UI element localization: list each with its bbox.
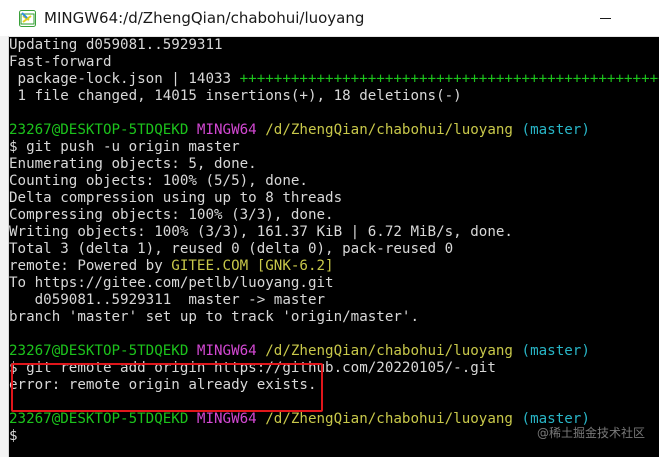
- prompt-path: /d/ZhengQian/chabohui/luoyang: [265, 411, 513, 427]
- terminal-line: error: remote origin already exists.: [9, 377, 659, 394]
- remote-add-command: git remote add origin https://github.com…: [17, 360, 496, 376]
- terminal-prompt: 23267@DESKTOP-5TDQEKD MINGW64 /d/ZhengQi…: [9, 343, 659, 360]
- prompt-symbol: $: [9, 428, 18, 444]
- push-to-line: To https://gitee.com/petlb/luoyang.git: [9, 275, 334, 291]
- terminal-line: remote: Powered by GITEE.COM [GNK-6.2]: [9, 258, 659, 275]
- terminal-line: Updating d059081..5929311: [9, 37, 659, 54]
- remote-powered-by: remote: Powered by: [9, 258, 172, 274]
- terminal-line: Delta compression using up to 8 threads: [9, 190, 659, 207]
- push-output-line: Enumerating objects: 5, done.: [9, 156, 257, 172]
- push-branch-line: branch 'master' set up to track 'origin/…: [9, 309, 419, 325]
- push-output-line: Writing objects: 100% (3/3), 161.37 KiB …: [9, 224, 513, 240]
- prompt-user-host: 23267@DESKTOP-5TDQEKD: [9, 343, 189, 359]
- terminal-line: package-lock.json | 14033 ++++++++++++++…: [9, 71, 659, 88]
- terminal-prompt: 23267@DESKTOP-5TDQEKD MINGW64 /d/ZhengQi…: [9, 122, 659, 139]
- prompt-path: /d/ZhengQian/chabohui/luoyang: [265, 122, 513, 138]
- push-output-line: Total 3 (delta 1), reused 0 (delta 0), p…: [9, 241, 454, 257]
- push-output-line: Counting objects: 100% (5/5), done.: [9, 173, 308, 189]
- prompt-symbol: $: [9, 360, 18, 376]
- prompt-symbol: $: [9, 139, 18, 155]
- terminal-command-line: $ git remote add origin https://github.c…: [9, 360, 659, 377]
- terminal-line: Total 3 (delta 1), reused 0 (delta 0), p…: [9, 241, 659, 258]
- pull-updating: Updating d059081..5929311: [9, 37, 223, 53]
- window-frame-edge: [0, 36, 9, 457]
- prompt-system: MINGW64: [196, 343, 257, 359]
- remote-tag: [GNK-6.2]: [256, 258, 334, 274]
- push-ref-line: d059081..5929311 master -> master: [9, 292, 326, 308]
- terminal-line: Compressing objects: 100% (3/3), done.: [9, 207, 659, 224]
- pull-file-stat: package-lock.json | 14033: [9, 71, 240, 87]
- remote-host: GITEE.COM: [171, 258, 249, 274]
- remote-space: [248, 258, 257, 274]
- terminal-line: Writing objects: 100% (3/3), 161.37 KiB …: [9, 224, 659, 241]
- prompt-system: MINGW64: [196, 411, 257, 427]
- terminal-command-line: $ git push -u origin master: [9, 139, 659, 156]
- terminal-line: To https://gitee.com/petlb/luoyang.git: [9, 275, 659, 292]
- title-bar[interactable]: MINGW64:/d/ZhengQian/chabohui/luoyang: [0, 0, 659, 37]
- pull-summary: 1 file changed, 14015 insertions(+), 18 …: [9, 88, 462, 104]
- remote-add-error: error: remote origin already exists.: [9, 377, 317, 393]
- terminal-line: d059081..5929311 master -> master: [9, 292, 659, 309]
- push-output-line: Delta compression using up to 8 threads: [9, 190, 343, 206]
- minimize-icon: [600, 18, 611, 19]
- terminal-line: branch 'master' set up to track 'origin/…: [9, 309, 659, 326]
- prompt-branch: (master): [521, 122, 590, 138]
- terminal-line: Counting objects: 100% (5/5), done.: [9, 173, 659, 190]
- mingw-terminal-icon: [19, 10, 36, 27]
- push-command: git push -u origin master: [17, 139, 240, 155]
- pull-insertions-bar: ++++++++++++++++++++++++++++++++++++++++…: [239, 71, 659, 87]
- prompt-user-host: 23267@DESKTOP-5TDQEKD: [9, 122, 189, 138]
- minimize-button[interactable]: [583, 0, 629, 36]
- watermark: @稀土掘金技术社区: [536, 426, 645, 440]
- prompt-user-host: 23267@DESKTOP-5TDQEKD: [9, 411, 189, 427]
- push-output-line: Compressing objects: 100% (3/3), done.: [9, 207, 334, 223]
- terminal-line: Enumerating objects: 5, done.: [9, 156, 659, 173]
- window-title: MINGW64:/d/ZhengQian/chabohui/luoyang: [44, 9, 365, 27]
- terminal-line: 1 file changed, 14015 insertions(+), 18 …: [9, 88, 659, 105]
- terminal-output[interactable]: Updating d059081..5929311 Fast-forward p…: [9, 37, 659, 457]
- terminal-line: Fast-forward: [9, 54, 659, 71]
- pull-fast-forward: Fast-forward: [9, 54, 112, 70]
- terminal-window: MINGW64:/d/ZhengQian/chabohui/luoyang Up…: [0, 0, 659, 457]
- prompt-system: MINGW64: [196, 122, 257, 138]
- prompt-branch: (master): [521, 343, 590, 359]
- prompt-path: /d/ZhengQian/chabohui/luoyang: [265, 343, 513, 359]
